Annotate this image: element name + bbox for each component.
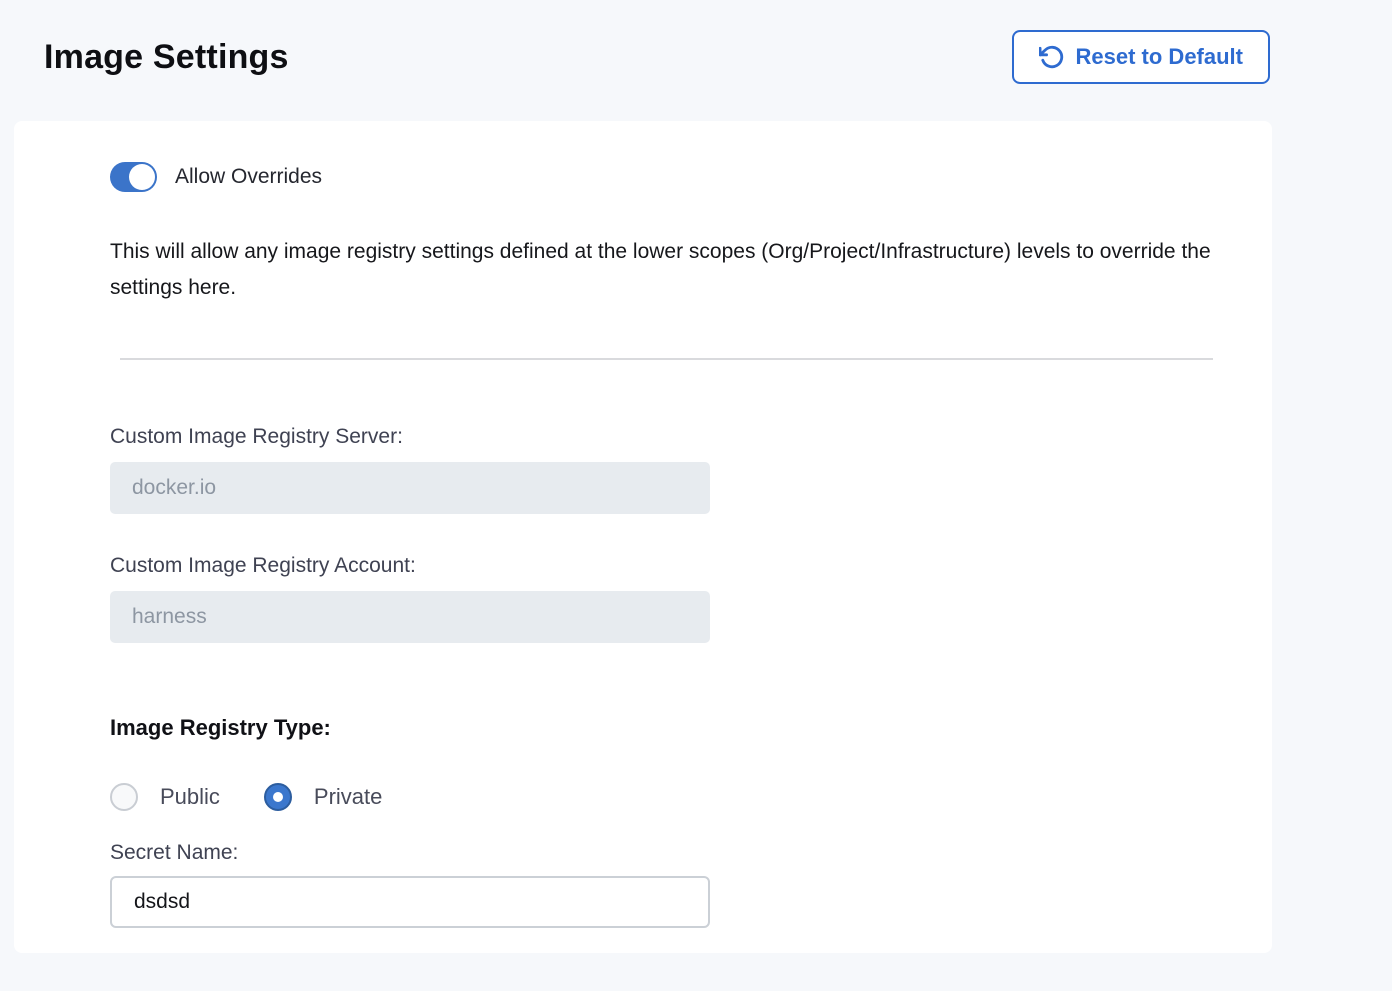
- reset-ccw-icon: [1039, 44, 1065, 70]
- radio-option-public[interactable]: Public: [110, 783, 220, 811]
- radio-private-label: Private: [314, 784, 382, 810]
- reset-to-default-button[interactable]: Reset to Default: [1012, 30, 1270, 84]
- image-settings-card: Allow Overrides This will allow any imag…: [14, 121, 1272, 953]
- allow-overrides-label: Allow Overrides: [175, 165, 322, 189]
- page-title: Image Settings: [44, 38, 289, 77]
- allow-overrides-row: Allow Overrides: [110, 162, 1232, 192]
- override-description: This will allow any image registry setti…: [110, 234, 1222, 306]
- registry-account-input[interactable]: [110, 591, 710, 643]
- registry-account-label: Custom Image Registry Account:: [110, 554, 1232, 578]
- secret-name-field: Secret Name:: [110, 841, 1232, 928]
- secret-name-input[interactable]: [110, 876, 710, 928]
- page-header: Image Settings Reset to Default: [0, 0, 1392, 84]
- radio-private-circle[interactable]: [264, 783, 292, 811]
- registry-server-input[interactable]: [110, 462, 710, 514]
- section-divider: [120, 358, 1213, 360]
- radio-option-private[interactable]: Private: [264, 783, 382, 811]
- allow-overrides-toggle[interactable]: [110, 162, 157, 192]
- registry-type-label: Image Registry Type:: [110, 715, 1232, 741]
- secret-name-label: Secret Name:: [110, 841, 1232, 865]
- registry-type-radio-group: Public Private: [110, 783, 1232, 811]
- registry-account-field: Custom Image Registry Account:: [110, 554, 1232, 643]
- radio-public-circle[interactable]: [110, 783, 138, 811]
- toggle-knob: [129, 164, 155, 190]
- registry-server-field: Custom Image Registry Server:: [110, 425, 1232, 514]
- registry-server-label: Custom Image Registry Server:: [110, 425, 1232, 449]
- registry-type-section: Image Registry Type: Public Private: [110, 715, 1232, 811]
- radio-public-label: Public: [160, 784, 220, 810]
- reset-button-label: Reset to Default: [1076, 44, 1243, 70]
